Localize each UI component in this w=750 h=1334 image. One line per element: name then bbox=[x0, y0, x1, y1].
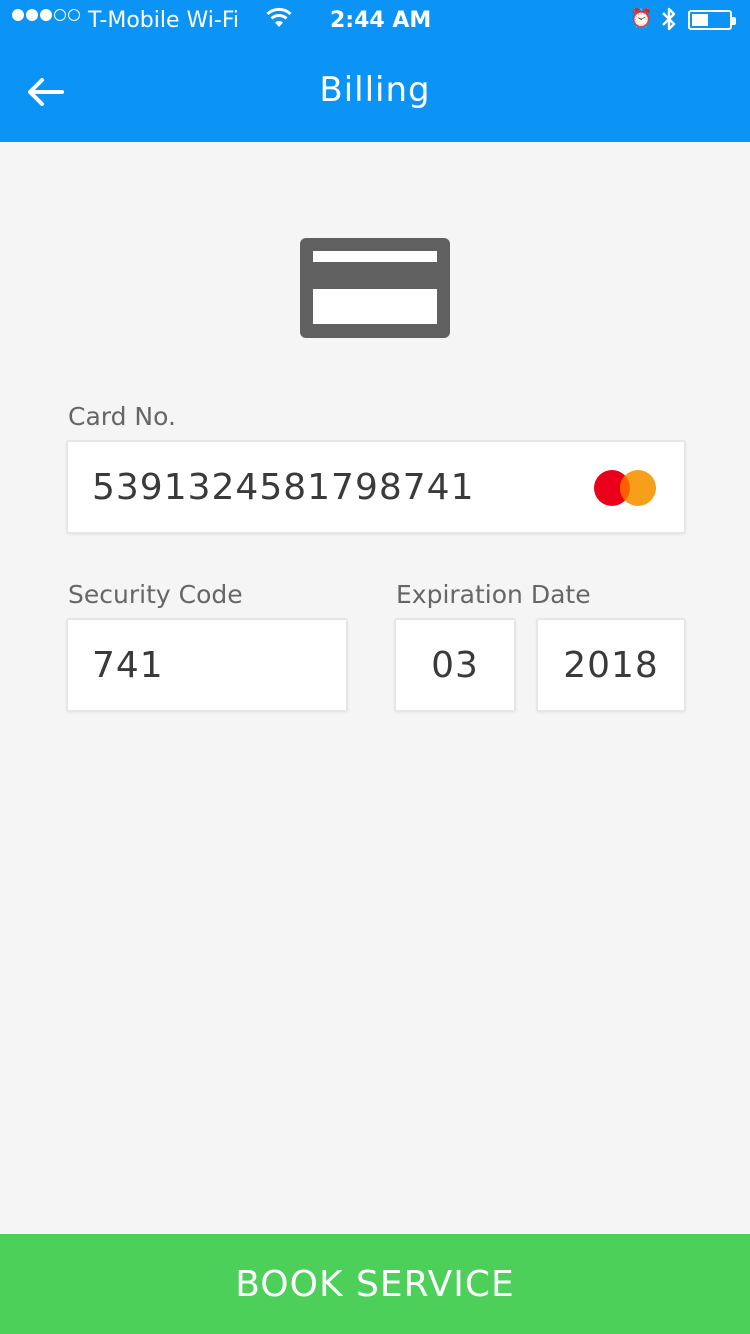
expiration-year-value: 2018 bbox=[563, 644, 659, 686]
expiration-date-label: Expiration Date bbox=[396, 580, 591, 609]
card-number-value: 5391324581798741 bbox=[92, 466, 475, 508]
carrier-name: T-Mobile Wi-Fi bbox=[88, 8, 240, 33]
security-code-label: Security Code bbox=[68, 580, 243, 609]
security-code-field[interactable]: 741 bbox=[66, 618, 348, 712]
battery-icon bbox=[688, 10, 736, 30]
page-title: Billing bbox=[319, 70, 431, 110]
card-number-field[interactable]: 5391324581798741 bbox=[66, 440, 686, 534]
top-bar: T-Mobile Wi-Fi 2:44 AM ⏰ Billing bbox=[0, 0, 750, 142]
book-service-button[interactable]: BOOK SERVICE bbox=[0, 1234, 750, 1334]
credit-card-icon bbox=[300, 238, 450, 338]
signal-strength-icon bbox=[12, 9, 82, 21]
expiration-month-field[interactable]: 03 bbox=[394, 618, 516, 712]
status-bar: T-Mobile Wi-Fi 2:44 AM ⏰ bbox=[0, 0, 750, 42]
wifi-icon bbox=[266, 7, 292, 35]
nav-bar: Billing bbox=[0, 42, 750, 142]
expiration-year-field[interactable]: 2018 bbox=[536, 618, 686, 712]
alarm-icon: ⏰ bbox=[630, 8, 653, 29]
bluetooth-icon bbox=[660, 6, 678, 38]
expiration-month-value: 03 bbox=[431, 644, 479, 686]
mastercard-logo-icon bbox=[592, 468, 658, 508]
security-code-value: 741 bbox=[92, 644, 164, 686]
clock: 2:44 AM bbox=[330, 8, 432, 33]
card-number-label: Card No. bbox=[68, 402, 176, 431]
